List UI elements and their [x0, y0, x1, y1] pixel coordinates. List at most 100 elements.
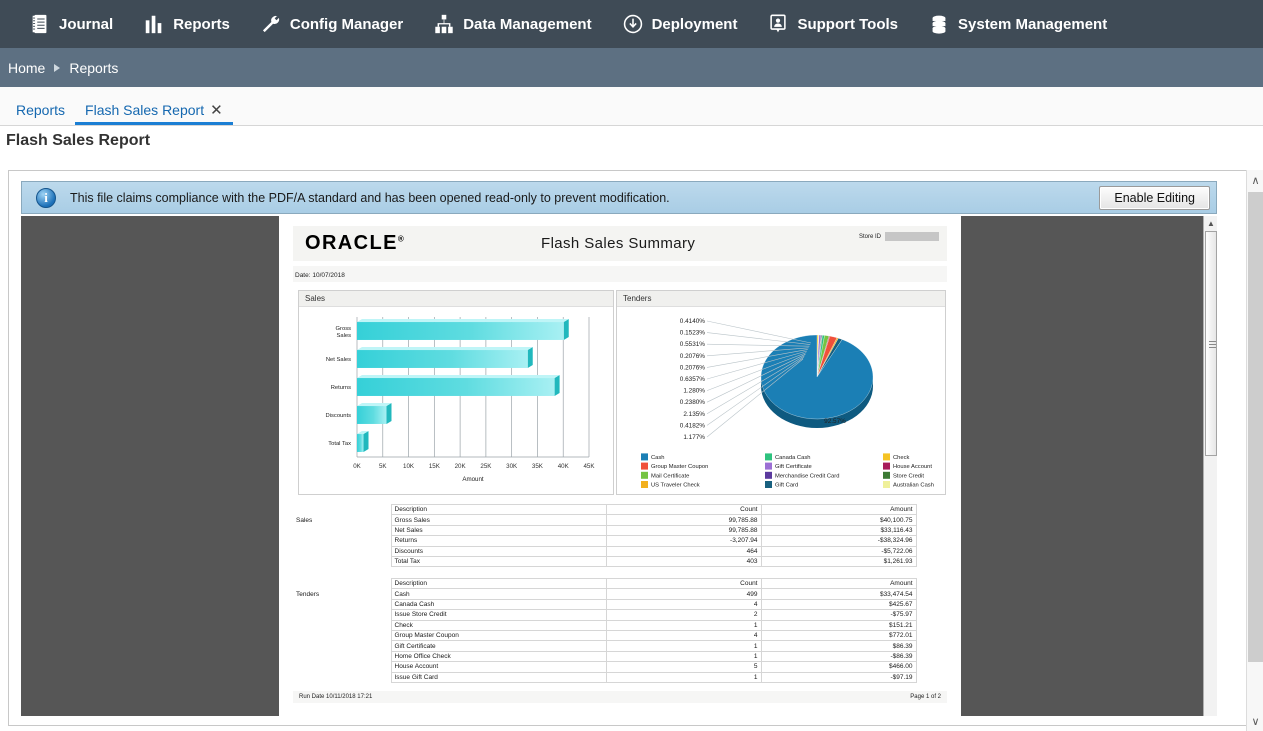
pdf-compliance-message-text: This file claims compliance with the PDF… — [70, 191, 1099, 205]
pdf-canvas-area[interactable]: ORACLE® Flash Sales Summary Store ID Dat… — [21, 216, 1217, 716]
page-scroll-up-icon[interactable]: ∧ — [1247, 170, 1263, 190]
table-header-cell: Count — [606, 579, 761, 589]
table-row: House Account5$466.00 — [293, 662, 916, 672]
sales-chart-title: Sales — [299, 291, 613, 307]
page-scroll-thumb[interactable] — [1248, 192, 1263, 662]
pie-legend-label: Merchandise Credit Card — [775, 473, 839, 479]
bar-x-tick-label: 15K — [429, 463, 441, 470]
table-row: Group Master Coupon4$772.01 — [293, 630, 916, 640]
table-count-cell: 99,785.88 — [606, 515, 761, 525]
nav-item-config-manager[interactable]: Config Manager — [245, 0, 418, 48]
breadcrumb-home[interactable]: Home — [8, 60, 45, 76]
bar-x-tick-label: 5K — [379, 463, 387, 470]
pdf-scroll-up-icon[interactable]: ▲ — [1204, 216, 1217, 230]
table-amount-cell: $466.00 — [761, 662, 916, 672]
page-vertical-scrollbar[interactable]: ∧ ∨ — [1246, 170, 1263, 731]
tab-label: Reports — [16, 102, 65, 118]
pie-legend-swatch — [765, 463, 772, 470]
table-category-cell: Sales — [293, 515, 391, 525]
pie-legend-label: US Traveler Check — [651, 483, 700, 489]
pie-legend-swatch — [883, 472, 890, 479]
support-person-icon — [767, 12, 789, 36]
pdf-page: ORACLE® Flash Sales Summary Store ID Dat… — [279, 216, 961, 716]
table-header-cell: Description — [391, 505, 606, 515]
table-category-cell — [293, 556, 391, 566]
table-amount-cell: $33,116.43 — [761, 525, 916, 535]
pie-callout-percent-label: 0.6357% — [680, 376, 706, 383]
nav-item-label: Deployment — [652, 16, 738, 33]
table-amount-cell: -$86.39 — [761, 651, 916, 661]
wrench-icon — [260, 12, 282, 36]
bar-x-tick-label: 25K — [480, 463, 492, 470]
table-amount-cell: $772.01 — [761, 630, 916, 640]
nav-item-reports[interactable]: Reports — [128, 0, 245, 48]
pie-slice — [761, 335, 873, 419]
table-row: Gift Certificate1$86.39 — [293, 641, 916, 651]
pie-legend-swatch — [641, 463, 648, 470]
tab-bar: Reports Flash Sales Report✕ — [0, 87, 1263, 126]
store-id-field: Store ID — [859, 232, 939, 241]
table-description-cell: Net Sales — [391, 525, 606, 535]
table-count-cell: 1 — [606, 641, 761, 651]
table-row: Net Sales99,785.88$33,116.43 — [293, 525, 916, 535]
tab-flash-sales-report[interactable]: Flash Sales Report✕ — [75, 102, 233, 125]
bar-x-tick-label: 40K — [558, 463, 570, 470]
pie-legend-label: Mail Certificate — [651, 473, 689, 479]
pie-callout-percent-label: 0.4140% — [680, 318, 706, 325]
sales-bar-chart: 0K5K10K15K20K25K30K35K40K45KGrossSalesNe… — [299, 307, 613, 493]
table-count-cell: -3,207.94 — [606, 536, 761, 546]
pdf-vertical-scrollbar[interactable]: ▲ — [1203, 216, 1217, 716]
bar-category-label: Total Tax — [328, 441, 351, 447]
table-count-cell: 1 — [606, 672, 761, 682]
pdf-scroll-thumb[interactable] — [1205, 231, 1217, 456]
enable-editing-button[interactable]: Enable Editing — [1099, 186, 1210, 210]
tenders-table: DescriptionCountAmountTendersCash499$33,… — [293, 578, 917, 683]
table-description-cell: Gross Sales — [391, 515, 606, 525]
breadcrumb-separator-icon — [54, 64, 60, 72]
report-document-title: Flash Sales Summary — [541, 235, 695, 252]
nav-item-system-management[interactable]: System Management — [913, 0, 1122, 48]
table-amount-cell: $1,261.93 — [761, 556, 916, 566]
table-row: SalesGross Sales99,785.88$40,100.75 — [293, 515, 916, 525]
pie-legend-swatch — [883, 481, 890, 488]
nav-item-support-tools[interactable]: Support Tools — [752, 0, 913, 48]
table-amount-cell: $86.39 — [761, 641, 916, 651]
nav-item-label: System Management — [958, 16, 1107, 33]
table-row: TendersCash499$33,474.54 — [293, 589, 916, 599]
table-category-cell: Tenders — [293, 589, 391, 599]
table-row: Check1$151.21 — [293, 620, 916, 630]
table-description-cell: Issue Gift Card — [391, 672, 606, 682]
pie-callout-percent-label: 0.4182% — [680, 422, 706, 429]
table-header-cell — [293, 579, 391, 589]
tab-reports[interactable]: Reports — [6, 102, 75, 125]
info-icon: i — [36, 188, 56, 208]
store-id-label: Store ID — [859, 234, 881, 240]
nav-item-deployment[interactable]: Deployment — [607, 0, 753, 48]
nav-item-journal[interactable]: Journal — [14, 0, 128, 48]
report-header: ORACLE® Flash Sales Summary Store ID — [293, 226, 947, 261]
pie-legend-label: Gift Certificate — [775, 464, 812, 470]
report-viewer-frame: i This file claims compliance with the P… — [8, 170, 1255, 726]
bar-x-tick-label: 10K — [403, 463, 415, 470]
table-count-cell: 99,785.88 — [606, 525, 761, 535]
pie-legend-swatch — [765, 472, 772, 479]
bar-x-axis-label: Amount — [462, 476, 484, 483]
breadcrumb: Home Reports — [0, 48, 1263, 87]
breadcrumb-current[interactable]: Reports — [69, 60, 118, 76]
pdf-compliance-message-bar: i This file claims compliance with the P… — [21, 181, 1217, 214]
table-row: Issue Gift Card1-$97.19 — [293, 672, 916, 682]
table-description-cell: Home Office Check — [391, 651, 606, 661]
page-scroll-down-icon[interactable]: ∨ — [1247, 711, 1263, 731]
table-category-cell — [293, 651, 391, 661]
table-amount-cell: $425.67 — [761, 599, 916, 609]
pie-legend-label: Store Credit — [893, 473, 924, 479]
tab-close-icon[interactable]: ✕ — [210, 103, 223, 118]
nav-item-data-management[interactable]: Data Management — [418, 0, 606, 48]
table-count-cell: 5 — [606, 662, 761, 672]
deploy-download-icon — [622, 12, 644, 36]
table-row: Returns-3,207.94-$38,324.96 — [293, 536, 916, 546]
pie-callout-percent-label: 2.135% — [683, 411, 705, 418]
bar-x-tick-label: 30K — [506, 463, 518, 470]
report-page-number: Page 1 of 2 — [910, 694, 941, 700]
table-row: Discounts464-$5,722.06 — [293, 546, 916, 556]
